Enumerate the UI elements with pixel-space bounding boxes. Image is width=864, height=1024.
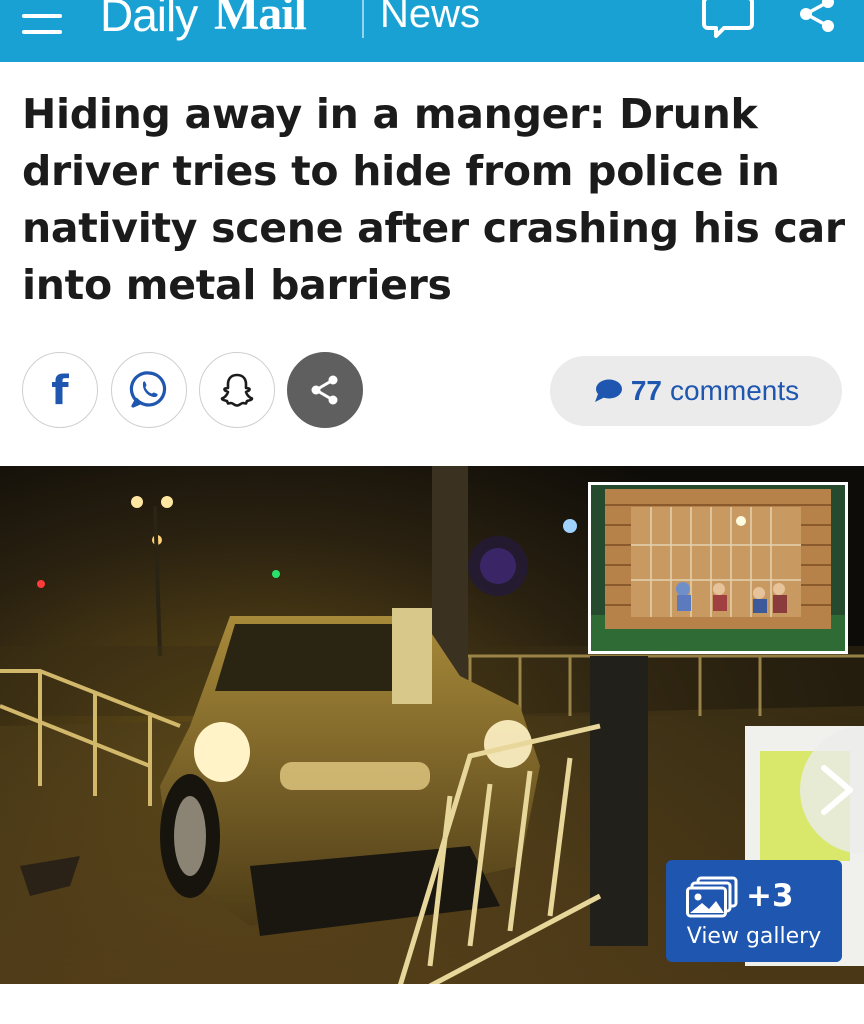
chevron-right-icon (821, 765, 853, 815)
snapchat-icon (220, 373, 254, 407)
hamburger-menu-icon[interactable] (22, 8, 64, 38)
article-headline: Hiding away in a manger: Drunk driver tr… (22, 90, 845, 309)
comments-button[interactable]: 77 comments (550, 356, 842, 426)
nativity-scene-inset-image[interactable] (588, 482, 848, 654)
speech-bubble-icon[interactable] (700, 0, 756, 38)
facebook-icon: f (51, 368, 69, 414)
brand-divider (362, 0, 364, 38)
brand-mail-text: Mail (214, 0, 307, 40)
whatsapp-icon (129, 371, 167, 408)
facebook-share-button[interactable]: f (22, 352, 98, 428)
byline-strip (0, 1004, 864, 1024)
view-gallery-button[interactable]: +3 View gallery (666, 860, 842, 962)
nativity-scene-photo (591, 485, 845, 651)
share-icon (311, 375, 338, 405)
comment-bubble-icon (594, 379, 622, 402)
gallery-image-count: +3 (746, 878, 794, 914)
image-stack-icon (686, 876, 738, 918)
comments-count: 77 (630, 375, 662, 406)
article-hero-image[interactable]: +3 View gallery (0, 466, 864, 984)
more-share-button[interactable] (287, 352, 363, 428)
top-navigation-bar: Daily Mail News (0, 0, 864, 62)
brand-daily-text: Daily (100, 0, 198, 41)
comments-label: comments (670, 375, 800, 406)
section-title[interactable]: News (380, 0, 480, 37)
snapchat-share-button[interactable] (199, 352, 275, 428)
view-gallery-label: View gallery (686, 924, 822, 949)
whatsapp-share-button[interactable] (111, 352, 187, 428)
share-icon[interactable] (796, 0, 838, 34)
